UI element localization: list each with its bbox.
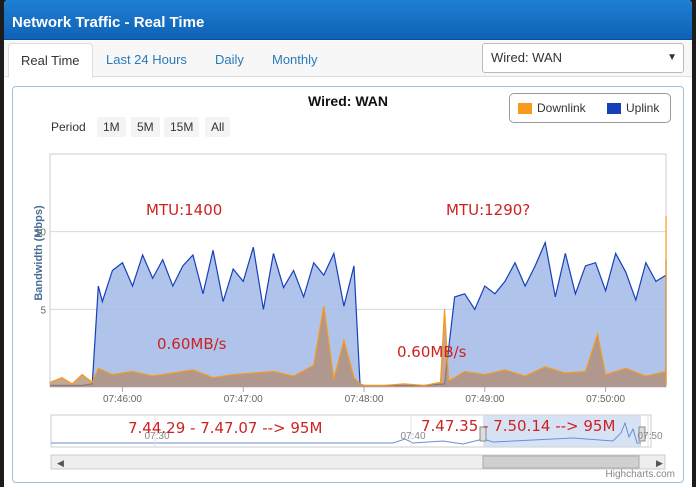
x-tick-label: 07:47:00: [224, 394, 263, 405]
navigator-tick-label: 07:50: [637, 431, 662, 442]
series-layer: [49, 216, 667, 387]
annotation-mtu-1290: MTU:1290?: [446, 201, 531, 219]
annotation-range-1: 7.44.29 - 7.47.07 --> 95M: [128, 419, 323, 437]
chart-panel: Wired: WAN Downlink Uplink Period 1M 5M …: [12, 86, 684, 483]
network-traffic-window: Network Traffic - Real Time Real Time La…: [4, 0, 692, 487]
scroll-left-icon[interactable]: ◀: [57, 458, 64, 468]
y-tick-label: 5: [40, 305, 46, 316]
interface-select[interactable]: Wired: WAN ▼: [482, 43, 684, 73]
window-title: Network Traffic - Real Time: [4, 0, 692, 40]
tab-last-24-hours[interactable]: Last 24 Hours: [94, 43, 199, 78]
scrollbar-thumb[interactable]: [482, 455, 640, 469]
x-tick-label: 07:49:00: [465, 394, 504, 405]
x-tick-label: 07:48:00: [345, 394, 384, 405]
x-tick-label: 07:50:00: [586, 394, 625, 405]
scroll-right-icon[interactable]: ▶: [656, 458, 663, 468]
tab-real-time[interactable]: Real Time: [8, 43, 93, 78]
interface-select-value: Wired: WAN: [491, 50, 563, 65]
annotation-mtu-1400: MTU:1400: [146, 201, 223, 219]
highcharts-credit[interactable]: Highcharts.com: [606, 469, 675, 480]
tab-monthly[interactable]: Monthly: [260, 43, 330, 78]
y-tick-label: 10: [35, 228, 47, 239]
x-tick-label: 07:46:00: [103, 394, 142, 405]
uplink-series-area: [50, 242, 666, 387]
annotation-range-2: 7.47.35 - 7.50.14 --> 95M: [421, 417, 616, 435]
x-axis: 07:46:00 07:47:00 07:48:00 07:49:00 07:50:00: [103, 387, 626, 405]
chevron-down-icon: ▼: [667, 52, 677, 63]
annotation-rate-1: 0.60MB/s: [157, 335, 227, 353]
annotation-rate-2: 0.60MB/s: [397, 343, 467, 361]
tab-daily[interactable]: Daily: [203, 43, 256, 78]
